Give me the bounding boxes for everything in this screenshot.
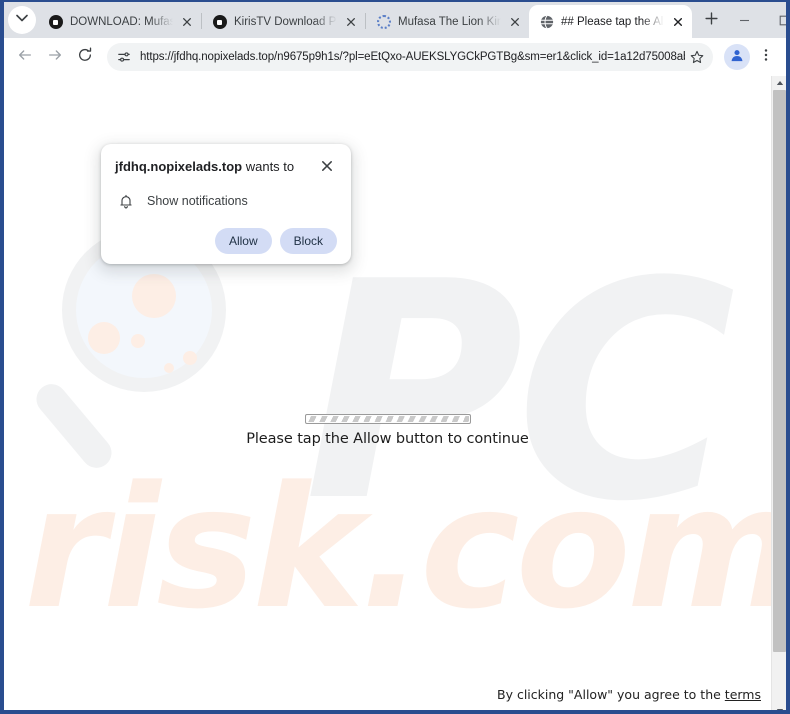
minimize-button[interactable]	[724, 3, 764, 37]
tab-close-icon[interactable]	[670, 14, 686, 30]
download-circle-icon	[212, 15, 227, 30]
tab-download-mufasa[interactable]: DOWNLOAD: Mufasa	[38, 6, 201, 38]
dialog-title-suffix: wants to	[242, 159, 295, 174]
tune-sliders-icon[interactable]	[113, 46, 135, 68]
browser-window: DOWNLOAD: Mufasa KirisTV Download Pag Mu…	[0, 0, 790, 714]
terms-disclaimer-text: By clicking "Allow" you agree to the	[497, 687, 725, 702]
three-dots-vertical-icon	[759, 47, 773, 68]
scroll-up-arrow[interactable]	[772, 76, 786, 90]
back-button[interactable]	[11, 43, 39, 71]
window-controls	[724, 2, 786, 38]
dialog-actions: Allow Block	[115, 228, 337, 254]
dialog-body: Show notifications	[115, 192, 337, 210]
allow-button[interactable]: Allow	[214, 228, 272, 254]
loading-spinner-icon	[376, 15, 391, 30]
chevron-down-icon	[16, 11, 28, 29]
reload-icon	[77, 46, 93, 68]
dialog-title: jfdhq.nopixelads.top wants to	[115, 158, 317, 176]
permission-request-label: Show notifications	[147, 194, 248, 208]
page-viewport: PC risk.com Please tap the Allow button …	[4, 76, 786, 710]
page-scrollbar[interactable]	[771, 76, 786, 710]
account-avatar-icon	[730, 48, 744, 67]
globe-icon	[539, 14, 554, 29]
dialog-origin: jfdhq.nopixelads.top	[115, 159, 243, 174]
tab-title: DOWNLOAD: Mufasa	[70, 16, 173, 28]
profile-avatar-button[interactable]	[724, 44, 750, 70]
scroll-down-arrow[interactable]	[772, 704, 786, 710]
tab-close-icon[interactable]	[343, 14, 359, 30]
arrow-left-icon	[17, 47, 33, 68]
tab-title: ## Please tap the Allo	[561, 15, 664, 28]
block-button[interactable]: Block	[279, 228, 337, 254]
forward-button[interactable]	[41, 43, 69, 71]
tab-close-icon[interactable]	[179, 14, 195, 30]
download-circle-icon	[48, 15, 63, 30]
browser-menu-button[interactable]	[753, 44, 779, 70]
bell-icon	[117, 192, 135, 210]
bookmark-star-icon[interactable]	[685, 45, 709, 69]
progress-section: Please tap the Allow button to continue	[4, 414, 771, 447]
terms-link[interactable]: terms	[725, 687, 761, 702]
dialog-header: jfdhq.nopixelads.top wants to	[115, 158, 337, 177]
tab-close-icon[interactable]	[507, 14, 523, 30]
plus-icon	[704, 12, 718, 30]
striped-progress-bar	[304, 414, 471, 424]
reload-button[interactable]	[71, 43, 99, 71]
url-text[interactable]: https://jfdhq.nopixelads.top/n9675p9h1s/…	[140, 51, 685, 63]
tab-search-button[interactable]	[8, 6, 36, 34]
tab-please-tap-allow[interactable]: ## Please tap the Allo	[529, 5, 692, 38]
progress-caption: Please tap the Allow button to continue	[246, 431, 529, 447]
maximize-button[interactable]	[764, 3, 786, 37]
browser-toolbar: https://jfdhq.nopixelads.top/n9675p9h1s/…	[4, 38, 786, 76]
dialog-close-button[interactable]	[317, 157, 337, 177]
tab-title: Mufasa The Lion King	[398, 16, 501, 28]
address-bar[interactable]: https://jfdhq.nopixelads.top/n9675p9h1s/…	[107, 43, 713, 71]
tab-title: KirisTV Download Pag	[234, 16, 337, 28]
tab-mufasa-lion-king[interactable]: Mufasa The Lion King	[366, 6, 529, 38]
new-tab-button[interactable]	[698, 8, 724, 34]
terms-disclaimer: By clicking "Allow" you agree to the ter…	[497, 687, 761, 702]
tab-strip: DOWNLOAD: Mufasa KirisTV Download Pag Mu…	[4, 2, 786, 38]
arrow-right-icon	[47, 47, 63, 68]
scrollbar-thumb[interactable]	[773, 90, 786, 652]
tab-kiristv-download[interactable]: KirisTV Download Pag	[202, 6, 365, 38]
close-icon	[322, 158, 332, 176]
notification-permission-dialog: jfdhq.nopixelads.top wants to Show notif…	[101, 144, 351, 264]
